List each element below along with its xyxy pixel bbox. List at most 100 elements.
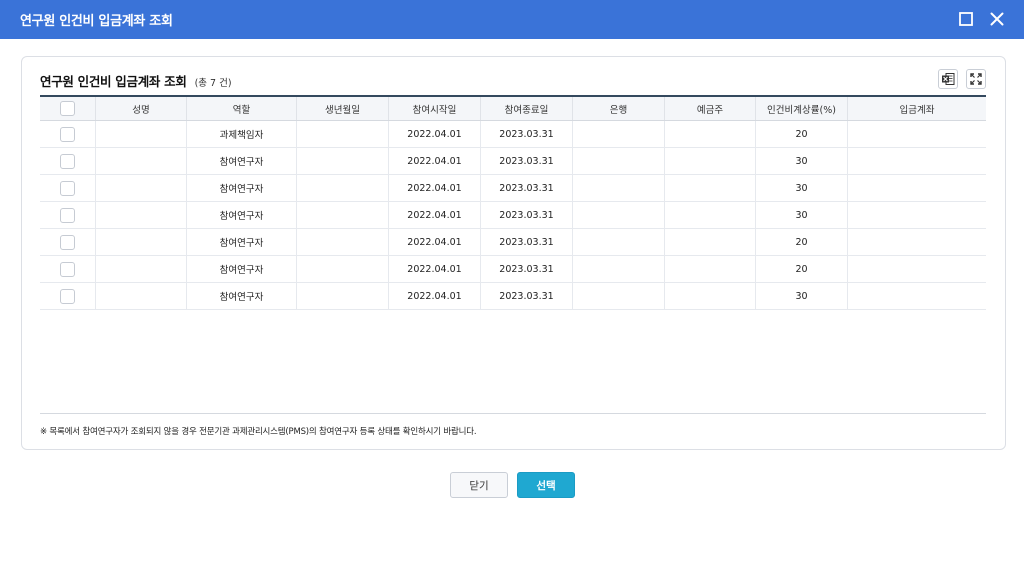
name-cell <box>96 148 187 174</box>
row-checkbox[interactable] <box>60 180 75 196</box>
account-holder-cell <box>665 121 756 147</box>
panel-title: 연구원 인건비 입금계좌 조회 <box>40 74 187 89</box>
close-icon[interactable] <box>987 9 1007 29</box>
start-date-cell: 2022.04.01 <box>389 175 481 201</box>
start-date-cell: 2022.04.01 <box>389 148 481 174</box>
row-select-cell <box>40 229 96 255</box>
birthdate-cell <box>297 121 389 147</box>
bank-cell <box>573 283 665 309</box>
table-row[interactable]: 참여연구자 2022.04.01 2023.03.31 20 <box>40 256 986 283</box>
labor-cost-rate-cell: 20 <box>756 256 848 282</box>
window-titlebar: 연구원 인건비 입금계좌 조회 <box>0 0 1024 39</box>
record-count: (총 7 건) <box>194 78 232 89</box>
name-cell <box>96 229 187 255</box>
select-button[interactable]: 선택 <box>517 472 575 498</box>
name-cell <box>96 202 187 228</box>
result-panel: 연구원 인건비 입금계좌 조회 (총 7 건) 성명 역할 생년월일 참여시작일… <box>21 56 1006 450</box>
birthdate-cell <box>297 283 389 309</box>
birthdate-cell <box>297 229 389 255</box>
deposit-account-cell <box>848 256 986 282</box>
grid-divider <box>40 413 986 414</box>
start-date-cell: 2022.04.01 <box>389 121 481 147</box>
bank-cell <box>573 175 665 201</box>
row-checkbox[interactable] <box>60 288 75 304</box>
row-checkbox[interactable] <box>60 234 75 250</box>
window-title: 연구원 인건비 입금계좌 조회 <box>20 14 173 29</box>
end-date-cell: 2023.03.31 <box>481 283 573 309</box>
table-row[interactable]: 참여연구자 2022.04.01 2023.03.31 30 <box>40 283 986 310</box>
header-select-all <box>40 97 96 120</box>
table-row[interactable]: 과제책임자 2022.04.01 2023.03.31 20 <box>40 121 986 148</box>
deposit-account-cell <box>848 148 986 174</box>
table-row[interactable]: 참여연구자 2022.04.01 2023.03.31 30 <box>40 202 986 229</box>
select-all-checkbox[interactable] <box>60 101 75 116</box>
header-deposit-account[interactable]: 입금계좌 <box>848 97 986 120</box>
role-cell: 참여연구자 <box>187 175 297 201</box>
header-start-date[interactable]: 참여시작일 <box>389 97 481 120</box>
name-cell <box>96 283 187 309</box>
notice-text: ※ 목록에서 참여연구자가 조회되지 않을 경우 전문기관 과제관리시스템(PM… <box>40 427 477 437</box>
row-select-cell <box>40 256 96 282</box>
account-holder-cell <box>665 175 756 201</box>
header-bank[interactable]: 은행 <box>573 97 665 120</box>
account-holder-cell <box>665 148 756 174</box>
header-birthdate[interactable]: 생년월일 <box>297 97 389 120</box>
end-date-cell: 2023.03.31 <box>481 202 573 228</box>
row-select-cell <box>40 121 96 147</box>
birthdate-cell <box>297 202 389 228</box>
fullscreen-expand-icon[interactable] <box>966 69 986 89</box>
header-account-holder[interactable]: 예금주 <box>665 97 756 120</box>
row-checkbox[interactable] <box>60 126 75 142</box>
deposit-account-cell <box>848 202 986 228</box>
labor-cost-rate-cell: 30 <box>756 148 848 174</box>
grid-header: 성명 역할 생년월일 참여시작일 참여종료일 은행 예금주 인건비계상률(%) … <box>40 95 986 121</box>
role-cell: 참여연구자 <box>187 256 297 282</box>
table-row[interactable]: 참여연구자 2022.04.01 2023.03.31 30 <box>40 175 986 202</box>
role-cell: 참여연구자 <box>187 283 297 309</box>
researcher-grid: 성명 역할 생년월일 참여시작일 참여종료일 은행 예금주 인건비계상률(%) … <box>40 95 986 310</box>
excel-download-icon[interactable] <box>938 69 958 89</box>
account-holder-cell <box>665 283 756 309</box>
end-date-cell: 2023.03.31 <box>481 229 573 255</box>
role-cell: 참여연구자 <box>187 229 297 255</box>
bank-cell <box>573 229 665 255</box>
header-name[interactable]: 성명 <box>96 97 187 120</box>
deposit-account-cell <box>848 283 986 309</box>
header-role[interactable]: 역할 <box>187 97 297 120</box>
labor-cost-rate-cell: 30 <box>756 283 848 309</box>
labor-cost-rate-cell: 30 <box>756 202 848 228</box>
row-checkbox[interactable] <box>60 153 75 169</box>
labor-cost-rate-cell: 30 <box>756 175 848 201</box>
maximize-icon[interactable] <box>956 9 976 29</box>
deposit-account-cell <box>848 229 986 255</box>
bank-cell <box>573 121 665 147</box>
table-row[interactable]: 참여연구자 2022.04.01 2023.03.31 30 <box>40 148 986 175</box>
row-checkbox[interactable] <box>60 261 75 277</box>
table-row[interactable]: 참여연구자 2022.04.01 2023.03.31 20 <box>40 229 986 256</box>
role-cell: 과제책임자 <box>187 121 297 147</box>
account-holder-cell <box>665 229 756 255</box>
end-date-cell: 2023.03.31 <box>481 175 573 201</box>
header-labor-cost-rate[interactable]: 인건비계상률(%) <box>756 97 848 120</box>
end-date-cell: 2023.03.31 <box>481 121 573 147</box>
header-end-date[interactable]: 참여종료일 <box>481 97 573 120</box>
row-checkbox[interactable] <box>60 207 75 223</box>
birthdate-cell <box>297 175 389 201</box>
name-cell <box>96 256 187 282</box>
name-cell <box>96 175 187 201</box>
birthdate-cell <box>297 148 389 174</box>
row-select-cell <box>40 175 96 201</box>
close-button[interactable]: 닫기 <box>450 472 508 498</box>
row-select-cell <box>40 148 96 174</box>
start-date-cell: 2022.04.01 <box>389 283 481 309</box>
end-date-cell: 2023.03.31 <box>481 256 573 282</box>
panel-header: 연구원 인건비 입금계좌 조회 (총 7 건) <box>40 71 232 90</box>
role-cell: 참여연구자 <box>187 148 297 174</box>
grid-body: 과제책임자 2022.04.01 2023.03.31 20 참여연구자 2022.04.… <box>40 121 986 310</box>
role-cell: 참여연구자 <box>187 202 297 228</box>
start-date-cell: 2022.04.01 <box>389 202 481 228</box>
bank-cell <box>573 202 665 228</box>
labor-cost-rate-cell: 20 <box>756 229 848 255</box>
row-select-cell <box>40 283 96 309</box>
start-date-cell: 2022.04.01 <box>389 256 481 282</box>
